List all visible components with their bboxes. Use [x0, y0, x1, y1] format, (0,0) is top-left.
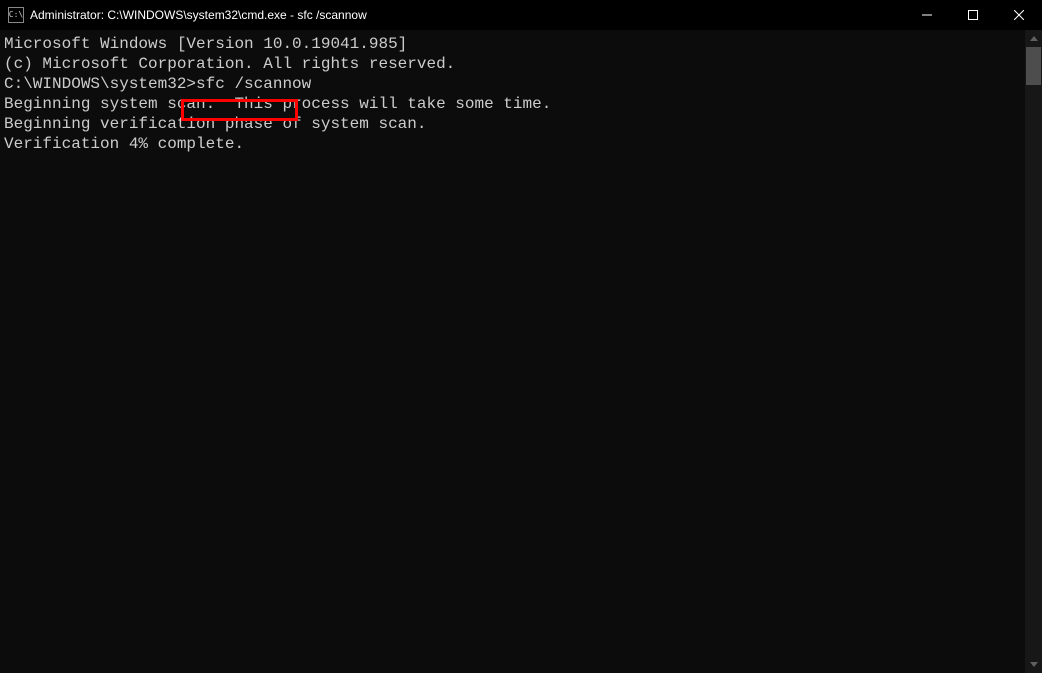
terminal-command: sfc /scannow	[196, 75, 311, 93]
scroll-down-arrow-icon[interactable]	[1025, 656, 1042, 673]
scroll-track[interactable]	[1025, 47, 1042, 656]
terminal-content[interactable]: Microsoft Windows [Version 10.0.19041.98…	[0, 30, 1025, 673]
terminal-line: Beginning verification phase of system s…	[4, 114, 1021, 134]
terminal-line: Microsoft Windows [Version 10.0.19041.98…	[4, 34, 1021, 54]
window-title: Administrator: C:\WINDOWS\system32\cmd.e…	[30, 8, 367, 22]
terminal-line: (c) Microsoft Corporation. All rights re…	[4, 54, 1021, 74]
minimize-button[interactable]	[904, 0, 950, 30]
terminal-line: Verification 4% complete.	[4, 134, 1021, 154]
scroll-up-arrow-icon[interactable]	[1025, 30, 1042, 47]
window-titlebar: C:\ Administrator: C:\WINDOWS\system32\c…	[0, 0, 1042, 30]
close-button[interactable]	[996, 0, 1042, 30]
terminal-prompt-line: C:\WINDOWS\system32>sfc /scannow	[4, 74, 1021, 94]
terminal-prompt: C:\WINDOWS\system32>	[4, 75, 196, 93]
titlebar-left: C:\ Administrator: C:\WINDOWS\system32\c…	[0, 7, 367, 23]
scroll-thumb[interactable]	[1026, 47, 1041, 85]
vertical-scrollbar[interactable]	[1025, 30, 1042, 673]
maximize-button[interactable]	[950, 0, 996, 30]
cmd-icon: C:\	[8, 7, 24, 23]
window-controls	[904, 0, 1042, 30]
terminal-area: Microsoft Windows [Version 10.0.19041.98…	[0, 30, 1042, 673]
terminal-line: Beginning system scan. This process will…	[4, 94, 1021, 114]
